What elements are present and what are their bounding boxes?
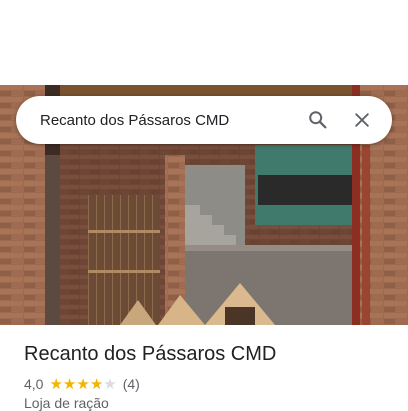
review-count[interactable]: (4) <box>123 376 140 392</box>
search-icon <box>309 111 327 129</box>
close-icon <box>355 113 369 127</box>
star-rating: ★ ★ ★ ★ ★ <box>49 377 116 392</box>
star-icon: ★ <box>103 375 117 393</box>
search-button[interactable] <box>298 100 338 140</box>
search-bar[interactable]: Recanto dos Pássaros CMD <box>16 96 392 144</box>
place-title: Recanto dos Pássaros CMD <box>24 343 277 365</box>
star-icon: ★ <box>76 375 90 393</box>
place-category: Loja de ração <box>24 395 109 411</box>
search-input[interactable]: Recanto dos Pássaros CMD <box>40 112 298 129</box>
star-icon: ★ <box>62 375 77 393</box>
place-info-panel[interactable]: Recanto dos Pássaros CMD 4,0 ★ ★ ★ ★ ★ (… <box>0 325 408 411</box>
close-button[interactable] <box>342 100 382 140</box>
rating-value: 4,0 <box>24 376 44 392</box>
star-icon: ★ <box>49 375 63 393</box>
star-icon: ★ <box>89 375 104 393</box>
rating-row[interactable]: 4,0 ★ ★ ★ ★ ★ (4) <box>24 376 140 392</box>
blank-header-area <box>0 0 408 85</box>
